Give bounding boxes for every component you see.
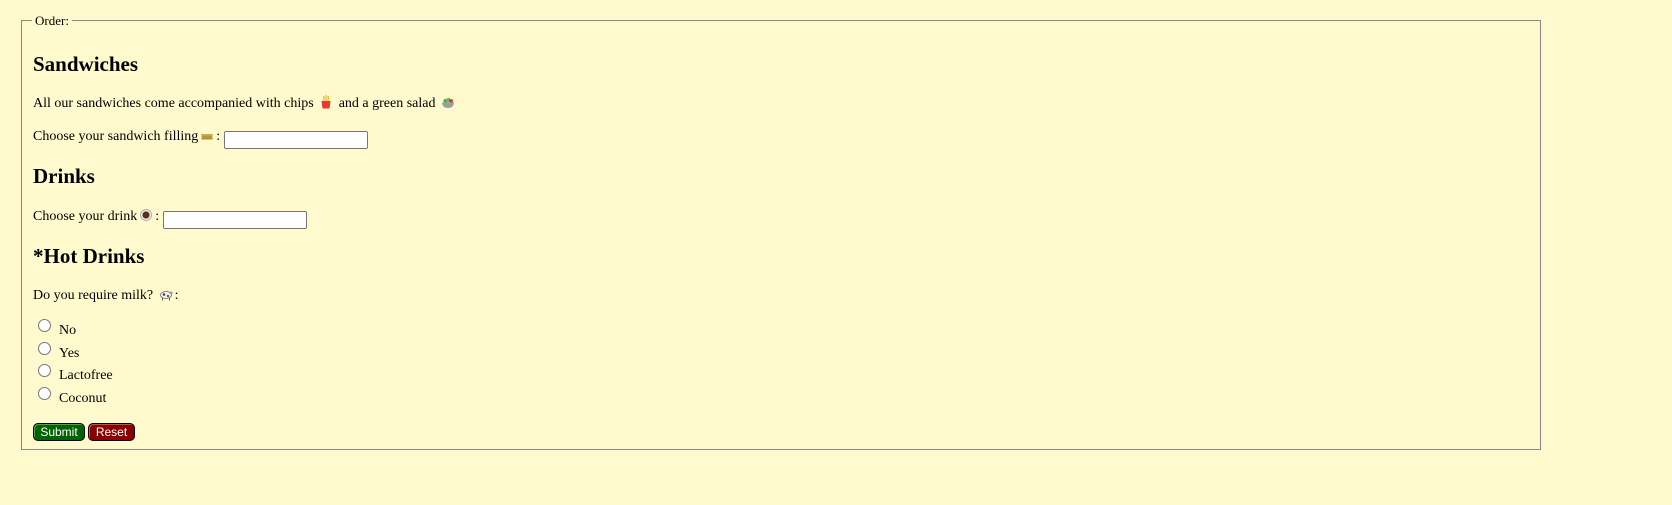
drink-label: Choose your drink (33, 209, 138, 224)
milk-option-no[interactable]: No (38, 318, 76, 338)
sandwiches-heading: Sandwiches (33, 52, 139, 76)
fries-icon (321, 95, 331, 109)
milk-option-yes[interactable]: Yes (38, 341, 79, 361)
salad-icon (442, 97, 454, 108)
submit-button[interactable]: Submit (33, 423, 85, 441)
milk-question-colon: : (174, 288, 179, 303)
milk-question-label: Do you require milk? (33, 288, 154, 303)
sandwiches-description: All our sandwiches come accompanied with… (33, 95, 457, 113)
drink-row: Choose your drink : (33, 208, 307, 229)
milk-radio-lactofree[interactable] (38, 364, 51, 377)
drink-input[interactable] (162, 210, 307, 229)
drink-icon (140, 209, 153, 221)
milk-option-label: Lactofree (59, 368, 113, 383)
order-fieldset: Order: Sandwiches All our sandwiches com… (21, 13, 1541, 450)
milk-radio-yes[interactable] (38, 342, 51, 355)
sandwich-filling-row: Choose your sandwich filling : (33, 128, 368, 149)
reset-button[interactable]: Reset (88, 423, 135, 441)
hot-drinks-heading: *Hot Drinks (33, 244, 145, 268)
sandwiches-description-prefix: All our sandwiches come accompanied with… (33, 96, 314, 111)
sandwich-filling-input[interactable] (223, 130, 368, 149)
drink-colon: : (155, 209, 160, 224)
milk-option-label: Yes (59, 346, 80, 361)
sandwich-filling-label: Choose your sandwich filling (33, 129, 199, 144)
sandwich-filling-colon: : (216, 129, 221, 144)
milk-option-lactofree[interactable]: Lactofree (38, 363, 113, 383)
milk-question-row: Do you require milk? : (33, 287, 179, 305)
milk-option-label: No (59, 323, 77, 338)
milk-radio-no[interactable] (38, 319, 51, 332)
sandwich-icon (201, 134, 214, 140)
order-legend: Order: (32, 13, 72, 29)
milk-option-coconut[interactable]: Coconut (38, 386, 106, 406)
milk-option-label: Coconut (59, 391, 107, 406)
milk-radio-coconut[interactable] (38, 387, 51, 400)
cow-icon (159, 291, 173, 301)
sandwiches-description-middle: and a green salad (338, 96, 436, 111)
drinks-heading: Drinks (33, 164, 95, 188)
